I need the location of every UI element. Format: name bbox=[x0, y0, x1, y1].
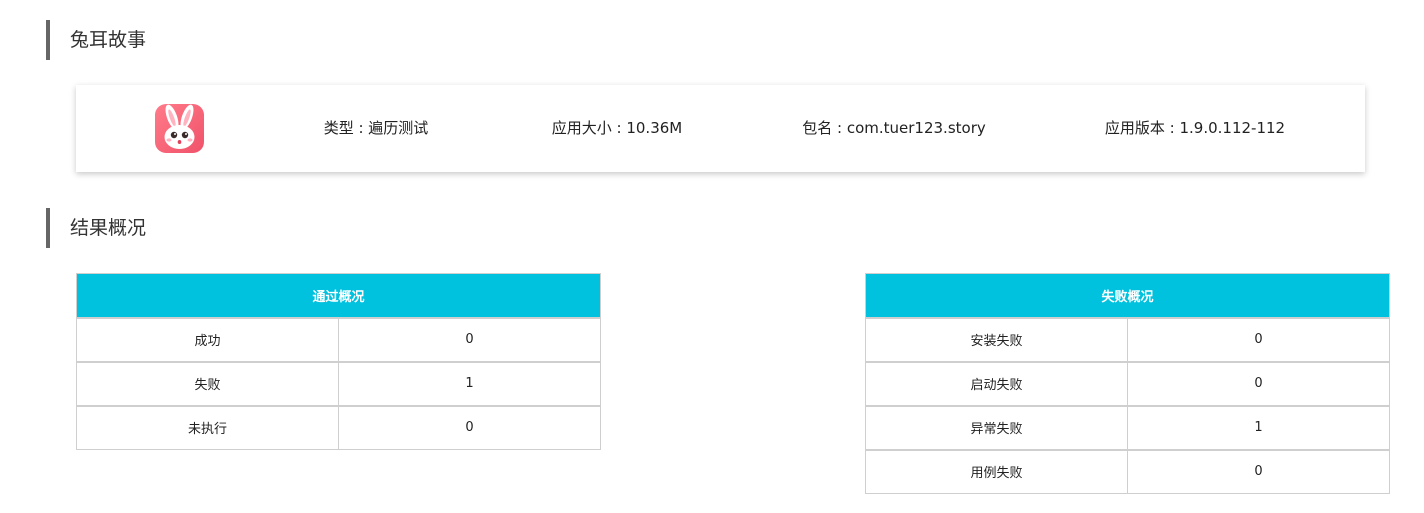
result-section-title: 结果概况 bbox=[46, 208, 146, 248]
pass-summary-table: 通过概况 成功 0 失败 1 未执行 0 bbox=[76, 273, 601, 450]
row-value: 0 bbox=[1127, 448, 1390, 494]
table-row: 失败 1 bbox=[76, 360, 601, 406]
app-section-title: 兔耳故事 bbox=[46, 20, 146, 60]
row-value: 0 bbox=[338, 316, 601, 362]
row-label: 用例失败 bbox=[865, 448, 1128, 494]
row-value: 0 bbox=[1127, 316, 1390, 362]
table-row: 成功 0 bbox=[76, 316, 601, 362]
row-value: 1 bbox=[338, 360, 601, 406]
fail-summary-table: 失败概况 安装失败 0 启动失败 0 异常失败 1 用例失败 0 bbox=[865, 273, 1390, 494]
table-row: 用例失败 0 bbox=[865, 448, 1390, 494]
app-version: 应用版本 : 1.9.0.112-112 bbox=[1104, 119, 1286, 137]
row-label: 启动失败 bbox=[865, 360, 1128, 406]
app-size: 应用大小 : 10.36M bbox=[551, 119, 683, 137]
table-row: 安装失败 0 bbox=[865, 316, 1390, 362]
row-label: 异常失败 bbox=[865, 404, 1128, 450]
app-package: 包名 : com.tuer123.story bbox=[802, 119, 986, 137]
fail-table-header: 失败概况 bbox=[865, 273, 1390, 318]
table-row: 启动失败 0 bbox=[865, 360, 1390, 406]
row-label: 安装失败 bbox=[865, 316, 1128, 362]
bunny-app-icon bbox=[155, 104, 204, 153]
row-label: 失败 bbox=[76, 360, 339, 406]
pass-table-header: 通过概况 bbox=[76, 273, 601, 318]
table-row: 异常失败 1 bbox=[865, 404, 1390, 450]
app-info-card: 类型 : 遍历测试 应用大小 : 10.36M 包名 : com.tuer123… bbox=[76, 85, 1365, 172]
row-value: 0 bbox=[338, 404, 601, 450]
row-value: 0 bbox=[1127, 360, 1390, 406]
row-label: 未执行 bbox=[76, 404, 339, 450]
row-label: 成功 bbox=[76, 316, 339, 362]
app-type: 类型 : 遍历测试 bbox=[323, 119, 429, 137]
table-row: 未执行 0 bbox=[76, 404, 601, 450]
row-value: 1 bbox=[1127, 404, 1390, 450]
